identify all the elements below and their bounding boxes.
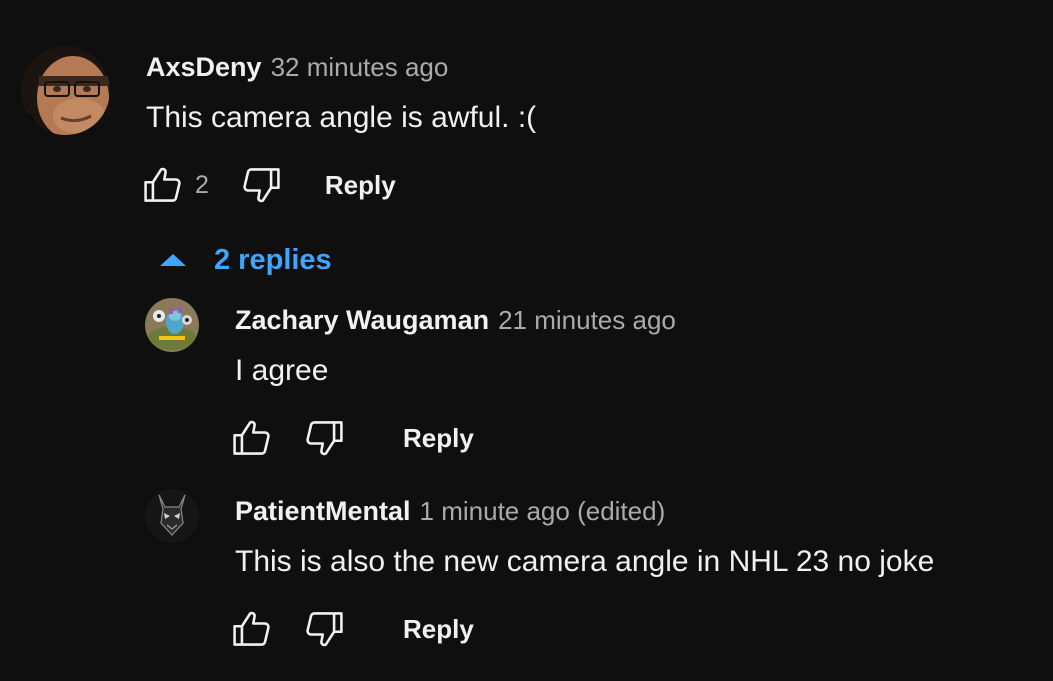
reply-header: PatientMental 1 minute ago (edited) [235,496,665,527]
reply-timestamp[interactable]: 1 minute ago (edited) [420,496,666,527]
thumbs-up-icon [144,167,181,202]
thumbs-up-icon [233,420,270,455]
reply-author[interactable]: PatientMental [235,496,411,527]
replies-toggle-button[interactable]: 2 replies [158,238,332,282]
dislike-button[interactable] [302,416,346,460]
comment-text: This camera angle is awful. :( [146,101,537,134]
reply-button[interactable]: Reply [403,614,474,645]
user-avatar-cartoon [145,298,199,352]
avatar[interactable] [145,489,199,543]
like-button[interactable] [141,163,185,207]
reply-author[interactable]: Zachary Waugaman [235,305,489,336]
thumbs-down-icon [306,421,343,456]
dislike-button[interactable] [239,163,283,207]
thumbs-down-icon [243,168,280,203]
replies-count-label: 2 replies [214,243,332,276]
thumbs-up-icon [233,611,270,646]
reply-actions: Reply [230,607,474,651]
user-avatar-photo [21,46,110,135]
avatar[interactable] [21,46,110,135]
like-button[interactable] [230,416,274,460]
reply-button[interactable]: Reply [403,423,474,454]
user-avatar-mask [145,489,199,543]
comment-author[interactable]: AxsDeny [146,52,262,83]
comments-section: AxsDeny 32 minutes ago This camera angle… [0,0,1053,681]
reply-header: Zachary Waugaman 21 minutes ago [235,305,676,336]
comment-header: AxsDeny 32 minutes ago [146,52,448,83]
like-button[interactable] [230,607,274,651]
caret-up-icon [160,254,186,266]
avatar[interactable] [145,298,199,352]
reply-timestamp[interactable]: 21 minutes ago [498,305,676,336]
thumbs-down-icon [306,612,343,647]
comment-timestamp[interactable]: 32 minutes ago [271,52,449,83]
comment-actions: 2 Reply [141,163,396,207]
reply-button[interactable]: Reply [325,170,396,201]
dislike-button[interactable] [302,607,346,651]
reply-text: This is also the new camera angle in NHL… [235,545,935,578]
reply-actions: Reply [230,416,474,460]
reply-text: I agree [235,354,329,387]
like-count: 2 [195,170,209,199]
